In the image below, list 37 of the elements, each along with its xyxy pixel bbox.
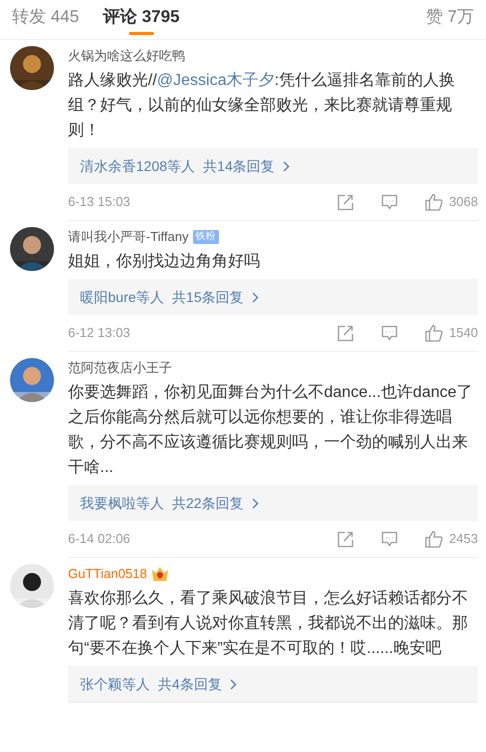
comment-text: 喜欢你那么久，看了乘风破浪节目，怎么好话赖话都分不清了呢？看到有人说对你直转黑，我都说不出的滋味。那句“要不在换个人下来”实在是不可取的！哎......晚安吧 — [68, 588, 469, 659]
comment-text: 姐姐，你别找边边角角好吗 — [68, 252, 261, 272]
user-name[interactable]: 火锅为啥这么好吃鸭 — [68, 46, 185, 66]
fan-badge: 铁粉 — [192, 230, 219, 244]
thumbs-up-icon[interactable] — [425, 530, 444, 548]
chevron-right-icon — [230, 678, 237, 690]
replies-summary[interactable]: 暖阳bure等人 共15条回复 — [68, 279, 478, 315]
user-name[interactable]: GuTTian0518 — [68, 564, 148, 584]
crown-icon — [151, 566, 170, 582]
timestamp: 6-14 02:06 — [68, 530, 132, 548]
replies-summary[interactable]: 清水余香1208等人 共14条回复 — [68, 148, 478, 184]
thumbs-up-icon[interactable] — [425, 324, 444, 342]
like-count: 3068 — [449, 193, 478, 212]
comment-text: 你要选舞蹈，你初见面舞台为什么不dance...也许dance了之后你能高分然后就可以远你想要的，谁让你非得选唱歌，分不高不应该遵循比赛规则吗，一个劲的喊别人出来干啥... — [68, 382, 474, 478]
replies-summary[interactable]: 张个颖等人 共4条回复 — [68, 666, 478, 702]
comment-text: 路人缘败光//@Jessica木子夕:凭什么逼排名靠前的人换组？好气，以前的仙女缘全部败光，来比赛就请尊重规则！ — [68, 70, 456, 141]
share-icon[interactable] — [337, 530, 354, 548]
replies-summary[interactable]: 我要枫啦等人 共22条回复 — [68, 485, 478, 521]
timestamp: 6-13 15:03 — [68, 193, 132, 212]
chevron-right-icon — [282, 160, 290, 172]
share-icon[interactable] — [337, 194, 354, 210]
tab[interactable]: 转发 445 — [12, 4, 80, 39]
user-name[interactable]: 范阿范夜店小王子 — [68, 358, 172, 378]
share-icon[interactable] — [337, 324, 354, 342]
thumbs-up-icon[interactable] — [425, 193, 444, 211]
chevron-right-icon — [252, 292, 259, 302]
comment-icon[interactable] — [381, 530, 398, 548]
likes-total: 赞 7万 — [426, 6, 474, 28]
user-name[interactable]: 请叫我小严哥-Tiffany — [68, 227, 189, 247]
like-count: 2453 — [449, 530, 478, 548]
comment-icon[interactable] — [381, 194, 398, 210]
tab[interactable]: 评论 3795 — [103, 4, 180, 39]
chevron-right-icon — [252, 498, 259, 508]
like-count: 1540 — [449, 324, 478, 342]
comment-icon[interactable] — [381, 324, 398, 342]
timestamp: 6-12 13:03 — [68, 324, 132, 342]
mention-link[interactable]: @Jessica木子夕 — [156, 72, 274, 89]
